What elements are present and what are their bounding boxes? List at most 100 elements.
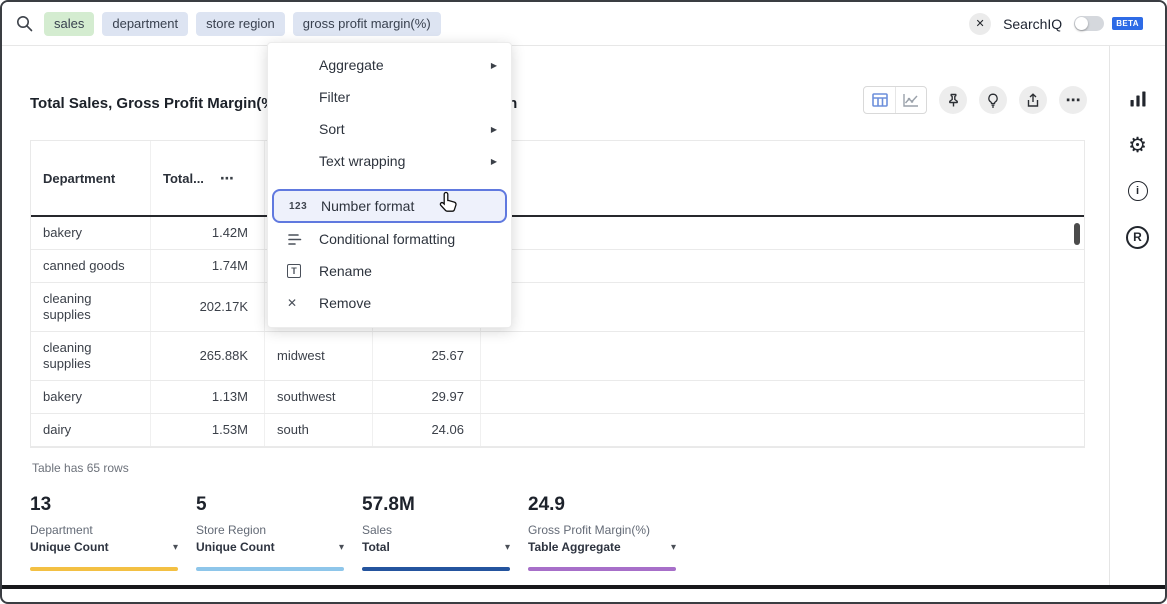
clear-search-button[interactable]: ✕ [969, 13, 991, 35]
answer-toolbar: ⋯ [863, 86, 1087, 114]
r-badge-button[interactable]: R [1125, 224, 1151, 250]
remove-icon: ✕ [287, 296, 309, 310]
table-row: bakery 1.42M [31, 217, 1084, 250]
card-color-bar [30, 567, 178, 571]
card-color-bar [528, 567, 676, 571]
chevron-down-icon[interactable]: ▾ [671, 542, 676, 553]
table-cell: southwest [265, 381, 373, 413]
menu-item-filter[interactable]: Filter [268, 81, 511, 113]
searchiq-controls: ✕ SearchIQ BETA [969, 13, 1143, 35]
share-icon [1026, 93, 1040, 108]
card-aggregation-label: Total [362, 540, 390, 554]
table-view-icon [872, 93, 888, 107]
lightbulb-icon [986, 93, 1000, 108]
summary-card-sales: 57.8M Sales Total ▾ [362, 494, 510, 571]
card-name: Gross Profit Margin(%) [528, 523, 676, 537]
column-menu-trigger[interactable]: ⋯ [220, 170, 235, 187]
card-value: 24.9 [528, 494, 676, 516]
column-header-department[interactable]: Department [31, 141, 151, 215]
table-cell: 24.06 [373, 414, 481, 446]
remove-icon-glyph: ✕ [287, 296, 297, 310]
submenu-arrow-icon: ▶ [491, 125, 497, 134]
menu-item-number-format[interactable]: 123 Number format [272, 189, 507, 223]
submenu-arrow-icon: ▶ [491, 157, 497, 166]
close-icon: ✕ [975, 17, 984, 30]
chevron-down-icon[interactable]: ▾ [173, 542, 178, 553]
share-button[interactable] [1019, 86, 1047, 114]
table-cell: canned goods [31, 250, 151, 282]
scrollbar-thumb[interactable] [1074, 223, 1080, 245]
table-cell-filler [481, 381, 1084, 413]
chart-view-button[interactable] [895, 87, 926, 113]
chart-selector-button[interactable] [1125, 86, 1151, 112]
submenu-arrow-icon: ▶ [491, 61, 497, 70]
table-row: canned goods 1.74M [31, 250, 1084, 283]
bar-chart-icon [1129, 90, 1147, 108]
searchiq-label: SearchIQ [1003, 16, 1062, 32]
table-cell-filler [481, 283, 1084, 331]
results-table: Department Total... ⋯ bakery 1.42M canne… [30, 140, 1085, 448]
chevron-down-icon[interactable]: ▾ [339, 542, 344, 553]
r-badge-icon: R [1126, 226, 1149, 249]
menu-item-label: Remove [319, 295, 371, 311]
search-token-gross-profit-margin[interactable]: gross profit margin(%) [293, 12, 441, 36]
column-context-menu: Aggregate ▶ Filter Sort ▶ Text wrapping … [267, 42, 512, 328]
menu-item-sort[interactable]: Sort ▶ [268, 113, 511, 145]
insights-button[interactable] [979, 86, 1007, 114]
search-bar[interactable]: sales department store region gross prof… [2, 2, 1165, 46]
search-token-list: sales department store region gross prof… [44, 12, 441, 36]
table-header-row: Department Total... ⋯ [31, 141, 1084, 217]
right-rail: ⚙ i R [1109, 46, 1165, 585]
conditional-formatting-icon [287, 232, 309, 247]
table-cell: cleaning supplies [31, 283, 151, 331]
table-cell: 29.97 [373, 381, 481, 413]
configure-button[interactable]: ⚙ [1125, 132, 1151, 158]
table-cell: 1.74M [151, 250, 265, 282]
details-button[interactable]: i [1125, 178, 1151, 204]
table-cell-filler [481, 332, 1084, 380]
menu-item-text-wrapping[interactable]: Text wrapping ▶ [268, 145, 511, 177]
searchiq-toggle[interactable] [1074, 16, 1104, 31]
summary-card-department: 13 Department Unique Count ▾ [30, 494, 178, 571]
more-options-button[interactable]: ⋯ [1059, 86, 1087, 114]
card-value: 57.8M [362, 494, 510, 516]
rename-icon-glyph: T [287, 264, 301, 278]
info-icon: i [1128, 181, 1148, 201]
pin-icon [946, 93, 961, 108]
column-header-filler [481, 141, 1084, 215]
menu-item-label: Filter [319, 89, 350, 105]
card-value: 13 [30, 494, 178, 516]
column-header-total[interactable]: Total... ⋯ [151, 141, 265, 215]
ellipsis-icon: ⋯ [1066, 91, 1081, 109]
card-name: Sales [362, 523, 510, 537]
table-view-button[interactable] [864, 87, 895, 113]
card-name: Store Region [196, 523, 344, 537]
beta-badge: BETA [1112, 17, 1143, 30]
search-token-store-region[interactable]: store region [196, 12, 285, 36]
card-color-bar [362, 567, 510, 571]
card-aggregation-label: Unique Count [30, 540, 109, 554]
table-cell: bakery [31, 217, 151, 249]
table-cell: midwest [265, 332, 373, 380]
search-token-department[interactable]: department [102, 12, 188, 36]
summary-card-gross-profit-margin: 24.9 Gross Profit Margin(%) Table Aggreg… [528, 494, 676, 571]
menu-item-rename[interactable]: T Rename [268, 255, 511, 287]
chart-view-icon [903, 93, 919, 107]
table-cell-filler [481, 250, 1084, 282]
menu-item-label: Rename [319, 263, 372, 279]
menu-item-aggregate[interactable]: Aggregate ▶ [268, 49, 511, 81]
table-cell-filler [481, 414, 1084, 446]
chevron-down-icon[interactable]: ▾ [505, 542, 510, 553]
menu-item-remove[interactable]: ✕ Remove [268, 287, 511, 319]
summary-card-store-region: 5 Store Region Unique Count ▾ [196, 494, 344, 571]
card-aggregation-label: Unique Count [196, 540, 275, 554]
pin-button[interactable] [939, 86, 967, 114]
number-format-icon: 123 [289, 201, 311, 212]
menu-item-label: Aggregate [319, 57, 384, 73]
menu-separator [268, 177, 511, 189]
search-token-sales[interactable]: sales [44, 12, 94, 36]
table-cell: cleaning supplies [31, 332, 151, 380]
table-cell: 1.13M [151, 381, 265, 413]
toggle-knob [1075, 17, 1088, 30]
menu-item-conditional-formatting[interactable]: Conditional formatting [268, 223, 511, 255]
